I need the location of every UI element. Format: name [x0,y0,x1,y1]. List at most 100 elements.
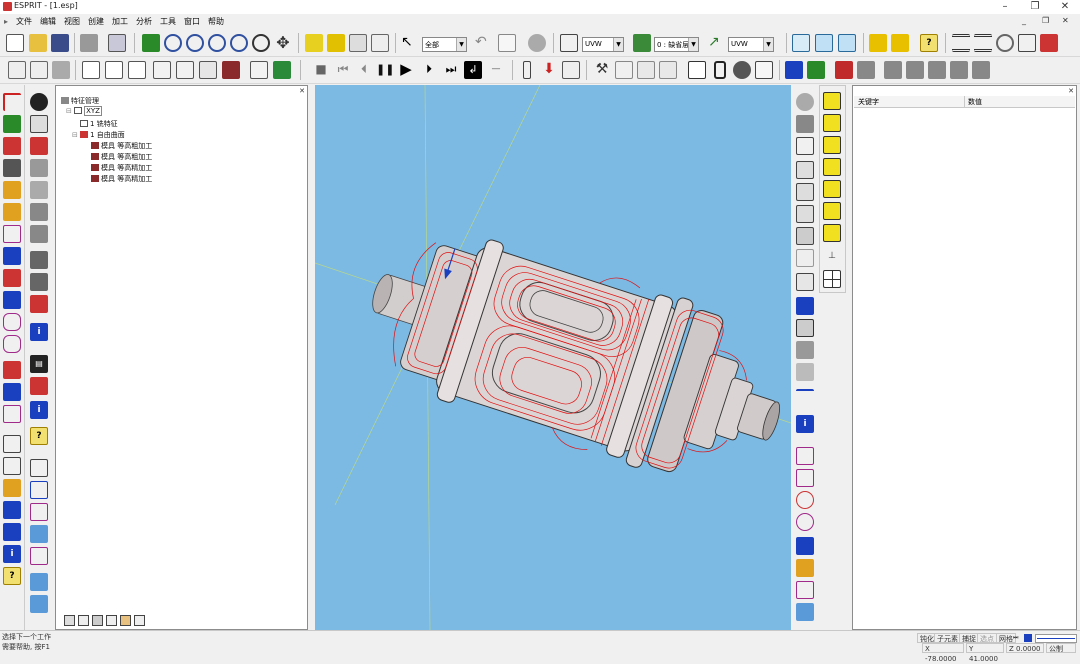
undo-icon[interactable]: ↶ [475,34,493,52]
rough-icon[interactable] [82,61,100,79]
barcode-icon[interactable]: ▤ [30,355,48,373]
distance-icon[interactable] [30,225,48,243]
pad-icon[interactable] [796,273,814,291]
step-shape-icon[interactable] [796,341,814,359]
mirror-icon[interactable] [3,501,21,519]
toolpath-check-icon[interactable] [838,34,856,52]
tree-item-op-2[interactable]: 模具 等高粗加工 [91,152,152,162]
info-4-icon[interactable]: i [30,401,48,419]
open-file-icon[interactable] [29,34,47,52]
tool-icon[interactable] [273,61,291,79]
surface-blue-icon[interactable] [796,603,814,621]
sphere-icon[interactable] [796,93,814,111]
stop-icon[interactable] [528,34,546,52]
cube-blue-icon[interactable] [796,537,814,555]
view-iso-icon[interactable] [823,92,841,110]
blob-icon[interactable] [30,181,48,199]
box-icon[interactable] [796,137,814,155]
menu-edit[interactable]: 编辑 [36,14,60,27]
pan-icon[interactable] [142,34,160,52]
rewind-icon[interactable]: ⏮ [334,61,352,79]
drum-icon[interactable] [796,227,814,245]
cylinder-gold-icon[interactable] [796,559,814,577]
col-key-header[interactable]: 关键字 [858,97,879,107]
layer-manager-icon[interactable] [30,295,48,313]
chain-icon[interactable] [3,247,21,265]
funnel-icon[interactable] [796,297,814,315]
zoom-fit-icon[interactable] [230,34,248,52]
step-to-end-icon[interactable]: ↲ [464,61,482,79]
tree-item-op-4[interactable]: 模具 等高精加工 [91,174,152,184]
chuck-icon[interactable] [659,61,677,79]
work-plane-icon[interactable] [560,34,578,52]
tab-ops-icon[interactable] [134,615,145,626]
menu-file[interactable]: 文件 [12,14,36,27]
feature-recognition-icon[interactable] [30,377,48,395]
cut-tool-2-icon[interactable] [906,61,924,79]
edge-icon[interactable] [857,61,875,79]
mdi-restore-button[interactable]: ❐ [1042,16,1049,25]
step-back-icon[interactable]: ⏴ [355,61,373,79]
settings-icon[interactable] [1018,34,1036,52]
tab-project-icon[interactable] [64,615,75,626]
properties-icon[interactable] [996,34,1014,52]
menu-create[interactable]: 创建 [84,14,108,27]
report-icon[interactable] [755,61,773,79]
menu-help[interactable]: 帮助 [204,14,228,27]
tree-item-xyz[interactable]: ⊟ XYZ [66,106,102,116]
loop-2-icon[interactable] [3,335,21,353]
axis-icon[interactable]: ↗ [708,34,726,52]
machine-icon[interactable] [562,61,580,79]
solid-icon[interactable] [785,61,803,79]
fast-forward-icon[interactable]: ⏭ [442,61,460,79]
eraser-icon[interactable] [30,159,48,177]
mesh-icon[interactable] [796,447,814,465]
color-swatch[interactable] [1024,634,1032,642]
post-processor-icon[interactable] [733,61,751,79]
info-3-icon[interactable]: i [30,323,48,341]
move-icon[interactable]: ✥ [274,34,292,52]
arc-icon[interactable] [3,115,21,133]
info-icon[interactable]: i [3,545,21,563]
minimize-button[interactable]: – [990,0,1020,14]
record-icon[interactable] [30,93,48,111]
col-value-header[interactable]: 数值 [968,97,982,107]
thread-icon[interactable] [153,61,171,79]
panel-close-icon[interactable]: ✕ [299,87,305,95]
loop-icon[interactable] [3,313,21,331]
copy-icon[interactable] [108,34,126,52]
slab-icon[interactable] [796,319,814,337]
view-right-icon[interactable] [823,224,841,242]
verify-icon[interactable] [815,34,833,52]
tree-root[interactable]: 特征管理 [61,96,99,106]
shaft-icon[interactable] [796,183,814,201]
zoom-window-icon[interactable] [164,34,182,52]
cut-tool-5-icon[interactable] [972,61,990,79]
triangle-icon[interactable] [796,469,814,487]
offset-icon[interactable] [3,361,21,379]
layer-combo[interactable]: 0 : 缺省层 ▼ [654,37,699,52]
circle-icon[interactable] [3,137,21,155]
point-icon[interactable] [3,159,21,177]
revolve-icon[interactable] [30,595,48,613]
layer-list-icon[interactable] [3,435,21,453]
window-icon[interactable] [3,523,21,541]
select-filter-combo[interactable]: 全部 ▼ [422,37,467,52]
select-arrow-icon[interactable]: ↖ [401,34,419,52]
view-left-icon[interactable] [823,202,841,220]
nc-code-icon[interactable] [688,61,706,79]
zoom-out-icon[interactable] [208,34,226,52]
mdi-close-button[interactable]: ✕ [1062,16,1069,25]
graphics-viewport[interactable] [315,85,791,630]
help-2-icon[interactable]: ? [3,567,21,585]
redo-icon[interactable] [498,34,516,52]
list-view-icon[interactable] [952,34,970,52]
groove-icon[interactable] [128,61,146,79]
subelement-toggle[interactable]: 子元素 [934,633,961,643]
pyramid-icon[interactable] [796,581,814,599]
arrow-up-icon[interactable] [891,34,909,52]
device-icon[interactable] [714,61,726,79]
spline-icon[interactable] [3,225,21,243]
step-forward-icon[interactable]: ⏵ [420,61,438,79]
view-bottom-icon[interactable] [823,180,841,198]
